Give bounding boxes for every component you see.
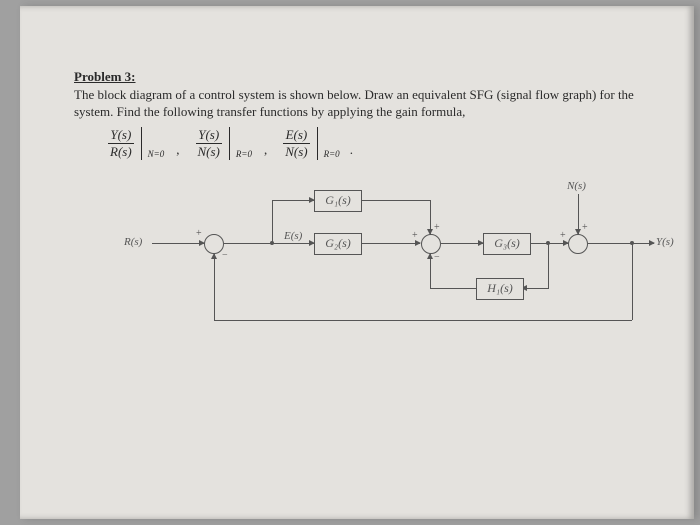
- wire: [152, 243, 204, 244]
- wire: [578, 194, 579, 234]
- wire: [361, 243, 420, 244]
- page: Problem 3: The block diagram of a contro…: [20, 6, 694, 519]
- wire: [272, 243, 314, 244]
- wire: [632, 243, 654, 244]
- wire: [430, 288, 476, 289]
- wire: [361, 200, 431, 201]
- plus-sign: +: [582, 222, 588, 233]
- formula-3-cond: R=0: [324, 149, 340, 160]
- eval-bar: [141, 127, 142, 160]
- signal-E-label: E(s): [284, 230, 302, 242]
- sum-3: [568, 234, 588, 254]
- wire: [214, 320, 632, 321]
- period: .: [346, 142, 353, 160]
- wire: [214, 254, 215, 321]
- plus-sign: +: [434, 222, 440, 233]
- wire: [430, 254, 431, 289]
- problem-text: The block diagram of a control system is…: [74, 86, 662, 121]
- signal-R-label: R(s): [124, 236, 142, 248]
- formula-2-den: N(s): [196, 144, 222, 160]
- formula-3: E(s) N(s): [283, 127, 309, 160]
- formula-1-num: Y(s): [108, 127, 133, 143]
- comma: ,: [258, 142, 277, 160]
- formula-2-cond: R=0: [236, 149, 252, 160]
- signal-N-label: N(s): [567, 180, 586, 192]
- sum-1: [204, 234, 224, 254]
- plus-sign: +: [196, 228, 202, 239]
- formula-2-num: Y(s): [196, 127, 221, 143]
- minus-sign: −: [222, 250, 228, 261]
- problem-heading: Problem 3:: [74, 68, 662, 86]
- wire: [522, 288, 549, 289]
- minus-sign: −: [434, 252, 440, 263]
- signal-Y-label: Y(s): [656, 236, 674, 248]
- eval-bar: [317, 127, 318, 160]
- formula-1: Y(s) R(s): [108, 127, 134, 160]
- block-diagram: R(s) + − E(s) G₁(s) G₂(s) + + − G₃(s) +: [124, 170, 664, 340]
- wire: [430, 200, 431, 234]
- wire: [272, 200, 314, 201]
- formula-3-den: N(s): [283, 144, 309, 160]
- formula-1-cond: N=0: [148, 149, 165, 160]
- wire: [632, 243, 633, 320]
- formula-2: Y(s) N(s): [196, 127, 222, 160]
- eval-bar: [229, 127, 230, 160]
- block-G2: G₂(s): [314, 233, 362, 255]
- formula-row: Y(s) R(s) N=0 , Y(s) N(s) R=0 , E(s) N(s…: [108, 127, 662, 160]
- plus-sign: +: [560, 230, 566, 241]
- comma: ,: [170, 142, 189, 160]
- formula-3-num: E(s): [284, 127, 310, 143]
- formula-1-den: R(s): [108, 144, 134, 160]
- block-G3: G₃(s): [483, 233, 531, 255]
- wire: [588, 243, 632, 244]
- block-H1: H₁(s): [476, 278, 524, 300]
- block-G1: G₁(s): [314, 190, 362, 212]
- plus-sign: +: [412, 230, 418, 241]
- wire: [441, 243, 483, 244]
- sum-2: [421, 234, 441, 254]
- wire: [272, 200, 273, 243]
- wire: [224, 243, 272, 244]
- wire: [548, 243, 549, 288]
